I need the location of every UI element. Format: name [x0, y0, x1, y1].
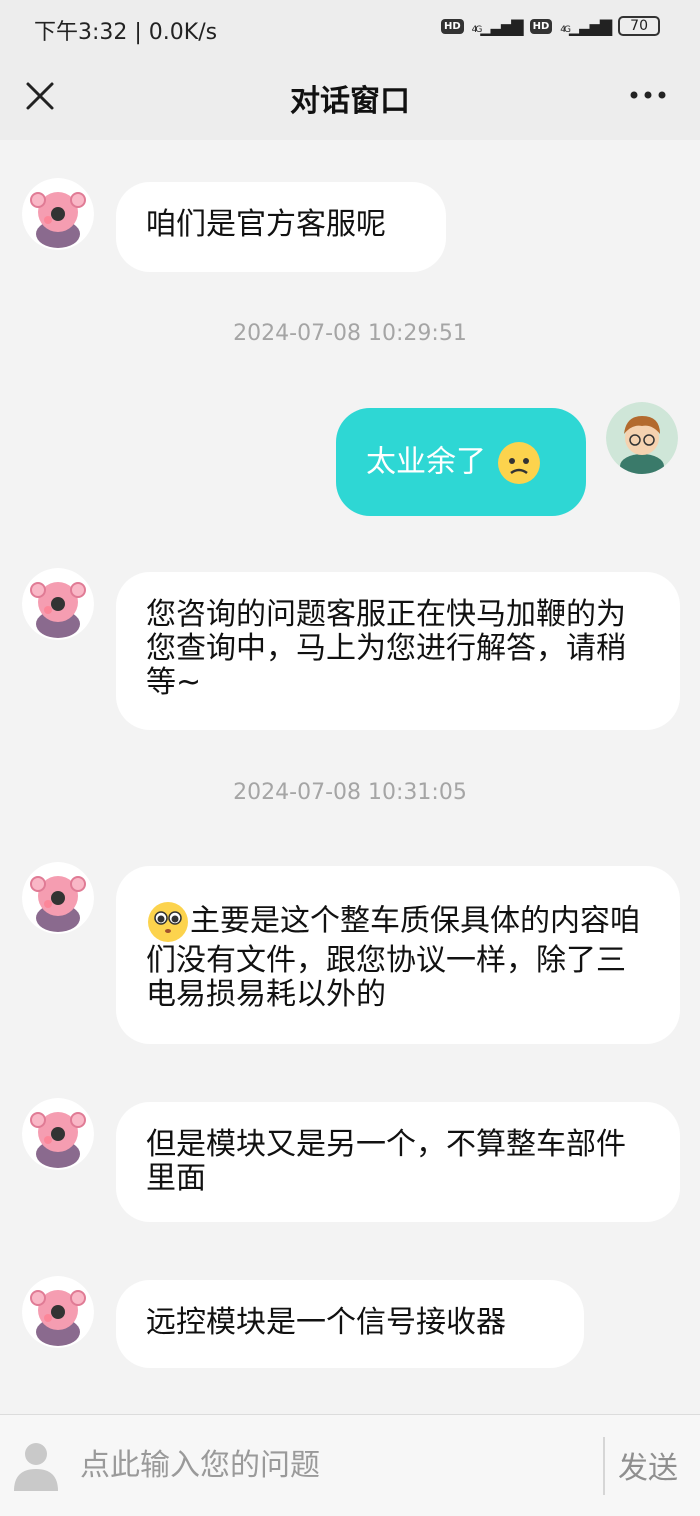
message-input[interactable]: [78, 1433, 578, 1497]
message-bubble: 咱们是官方客服呢: [116, 182, 446, 272]
user-avatar[interactable]: [606, 402, 678, 474]
status-bar: 下午3:32 | 0.0K/s HD 4G▁▃▅▇ HD 4G▁▃▅▇ 70: [0, 0, 700, 56]
more-icon[interactable]: [628, 80, 668, 110]
agent-avatar[interactable]: [22, 178, 94, 250]
status-time: 下午3:32 | 0.0K/s: [34, 20, 218, 45]
message-text: 远控模块是一个信号接收器: [146, 1305, 506, 1340]
page-title: 对话窗口: [290, 84, 410, 119]
chat-area[interactable]: 咱们是官方客服呢 2024-07-08 10:29:51 太业余了 您咨询的问题…: [0, 140, 700, 1414]
message-bubble: 主要是这个整车质保具体的内容咱们没有文件，跟您协议一样，除了三电易损易耗以外的: [116, 866, 680, 1044]
signal-icon-1: 4G▁▃▅▇: [471, 16, 524, 36]
hd-badge-2: HD: [529, 18, 553, 34]
message-text: 主要是这个整车质保具体的内容咱们没有文件，跟您协议一样，除了三电易损易耗以外的: [146, 903, 640, 1012]
send-button[interactable]: 发送: [618, 1443, 678, 1487]
title-bar: 对话窗口: [0, 56, 700, 140]
timestamp: 2024-07-08 10:31:05: [233, 780, 467, 805]
battery-icon: 70: [618, 16, 660, 36]
timestamp: 2024-07-08 10:29:51: [233, 321, 467, 346]
message-text: 但是模块又是另一个，不算整车部件里面: [146, 1127, 626, 1196]
divider: [603, 1437, 605, 1495]
agent-avatar[interactable]: [22, 1276, 94, 1348]
agent-avatar[interactable]: [22, 568, 94, 640]
signal-icon-2: 4G▁▃▅▇: [560, 16, 612, 36]
message-text: 咱们是官方客服呢: [146, 207, 386, 242]
message-bubble: 但是模块又是另一个，不算整车部件里面: [116, 1102, 680, 1222]
agent-avatar[interactable]: [22, 1098, 94, 1170]
worried-face-icon: [497, 442, 540, 484]
message-text: 太业余了: [366, 444, 486, 480]
hd-badge-1: HD: [440, 18, 464, 34]
status-indicators: HD 4G▁▃▅▇ HD 4G▁▃▅▇ 70: [440, 16, 660, 36]
input-bar: 发送: [0, 1414, 700, 1516]
message-bubble-self: 太业余了: [336, 408, 586, 516]
agent-avatar[interactable]: [22, 862, 94, 934]
message-text: 您咨询的问题客服正在快马加鞭的为您查询中，马上为您进行解答，请稍等~: [146, 597, 626, 700]
message-bubble: 您咨询的问题客服正在快马加鞭的为您查询中，马上为您进行解答，请稍等~: [116, 572, 680, 730]
message-bubble: 远控模块是一个信号接收器: [116, 1280, 584, 1368]
pleading-face-icon: [148, 902, 188, 942]
user-icon: [14, 1443, 58, 1491]
